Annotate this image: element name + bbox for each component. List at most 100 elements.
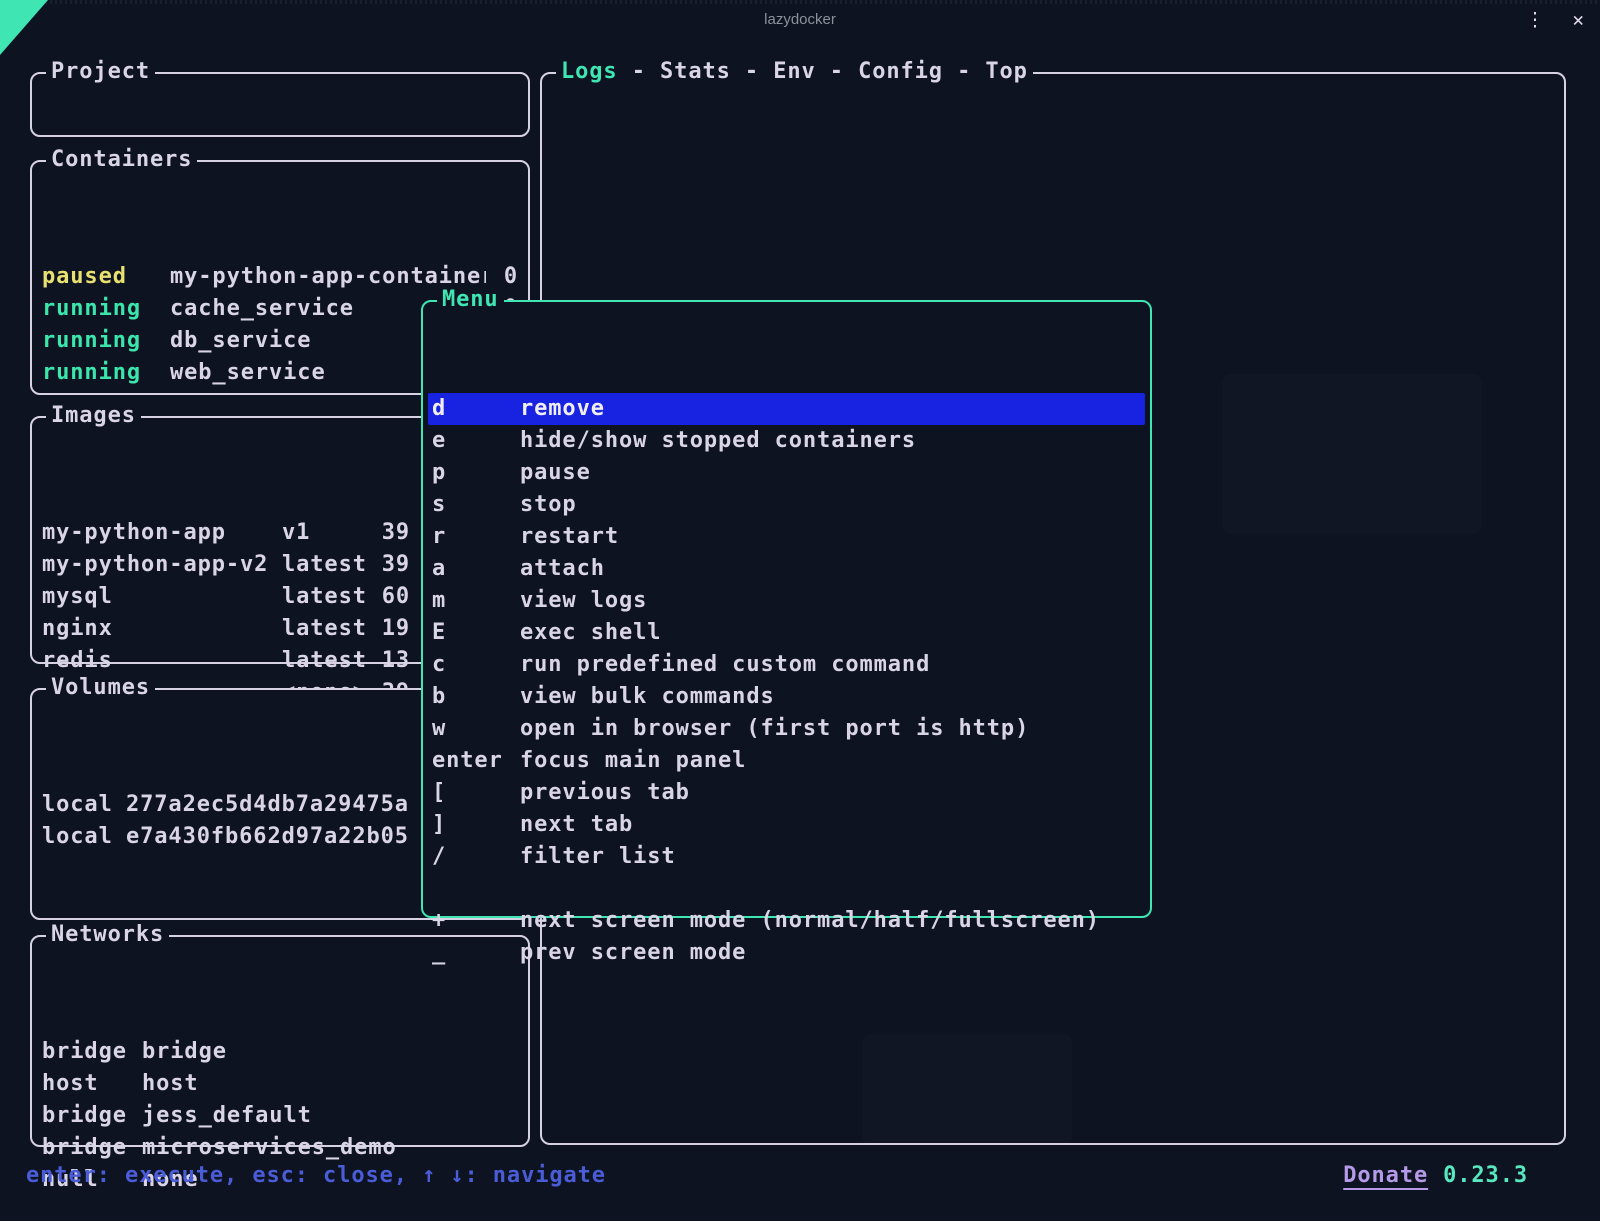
menu-item-+[interactable]: +next screen mode (normal/half/fullscree… [428,905,1145,937]
project-panel[interactable]: Project Docker [30,72,530,137]
image-name: mysql [42,581,282,613]
menu-item-[[interactable]: [previous tab [428,777,1145,809]
main-tabs: Logs - Stats - Env - Config - Top [556,58,1033,86]
image-size: 39 [381,517,410,549]
image-tag: latest [282,613,381,645]
menu-item-b[interactable]: bview bulk commands [428,681,1145,713]
menu-item-s[interactable]: sstop [428,489,1145,521]
image-tag: latest [282,645,381,677]
image-size: 13 [381,645,410,677]
menu-item-key: _ [432,937,520,969]
version-label: 0.23.3 [1443,1158,1528,1194]
network-row[interactable]: hosthost [42,1068,518,1100]
image-size: 60 [381,581,410,613]
image-size: 39 [381,549,410,581]
tab-separator: - [816,59,858,84]
menu-item-key: d [432,393,520,425]
menu-item-key: a [432,553,520,585]
menu-item-key: c [432,649,520,681]
tab-env[interactable]: Env [773,59,815,84]
menu-item-m[interactable]: mview logs [428,585,1145,617]
menu-item-spacer [428,873,1145,905]
statusbar-right: Donate 0.23.3 [1343,1158,1528,1194]
menu-item-c[interactable]: crun predefined custom command [428,649,1145,681]
menu-item-/[interactable]: /filter list [428,841,1145,873]
menu-item-a[interactable]: aattach [428,553,1145,585]
images-panel-title: Images [46,402,141,430]
image-name: redis [42,645,282,677]
menu-item-label: next tab [520,809,1145,841]
menu-item-w[interactable]: wopen in browser (first port is http) [428,713,1145,745]
image-tag: latest [282,549,381,581]
menu-item-e[interactable]: ehide/show stopped containers [428,425,1145,457]
menu-item-label: stop [520,489,1145,521]
network-row[interactable]: bridgejess_default [42,1100,518,1132]
project-panel-title: Project [46,58,155,86]
network-driver: bridge [42,1036,142,1068]
menu-item-key: E [432,617,520,649]
window-title: lazydocker [0,0,1600,40]
container-status: paused [42,261,170,293]
tab-separator: - [731,59,773,84]
container-status: running [42,325,170,357]
network-name: jess_default [142,1100,518,1132]
menu-item-label: prev screen mode [520,937,1145,969]
network-driver: host [42,1068,142,1100]
tab-top[interactable]: Top [985,59,1027,84]
menu-popup: Menu dremoveehide/show stopped container… [421,300,1152,918]
menu-item-key: s [432,489,520,521]
menu-item-d[interactable]: dremove [428,393,1145,425]
donate-link[interactable]: Donate [1343,1158,1428,1194]
menu-item-key: r [432,521,520,553]
menu-item-label: view bulk commands [520,681,1145,713]
image-tag: latest [282,581,381,613]
menu-item-label: open in browser (first port is http) [520,713,1145,745]
menu-item-label: next screen mode (normal/half/fullscreen… [520,905,1145,937]
networks-panel-title: Networks [46,921,169,949]
menu-item-label: focus main panel [520,745,1145,777]
background-ghost [1222,374,1482,534]
network-driver: bridge [42,1100,142,1132]
tab-separator: - [618,59,660,84]
menu-item-label: hide/show stopped containers [520,425,1145,457]
close-icon[interactable]: ✕ [1573,0,1584,40]
menu-item-][interactable]: ]next tab [428,809,1145,841]
container-status: running [42,293,170,325]
menu-item-key: m [432,585,520,617]
menu-item-label: exec shell [520,617,1145,649]
container-status: running [42,357,170,389]
tab-config[interactable]: Config [858,59,943,84]
menu-item-key [432,873,520,905]
tab-logs[interactable]: Logs [561,59,618,84]
menu-item-key: p [432,457,520,489]
menu-item-E[interactable]: Eexec shell [428,617,1145,649]
network-name: host [142,1068,518,1100]
menu-item-p[interactable]: ppause [428,457,1145,489]
tab-separator: - [943,59,985,84]
menu-title: Menu [437,286,504,314]
menu-item-key: + [432,905,520,937]
tab-stats[interactable]: Stats [660,59,731,84]
menu-item-key: b [432,681,520,713]
image-name: nginx [42,613,282,645]
menu-item-key: ] [432,809,520,841]
background-ghost [862,1034,1072,1144]
image-tag: v1 [282,517,381,549]
image-name: my-python-app [42,517,282,549]
menu-item-enter[interactable]: enterfocus main panel [428,745,1145,777]
menu-item-key: e [432,425,520,457]
menu-item-r[interactable]: rrestart [428,521,1145,553]
menu-item-label [520,873,1145,905]
menu-item-key: enter [432,745,520,777]
network-name: bridge [142,1036,518,1068]
more-options-icon[interactable]: ⋮ [1526,0,1545,40]
network-row[interactable]: bridgebridge [42,1036,518,1068]
menu-item-label: view logs [520,585,1145,617]
image-name: my-python-app-v2 [42,549,282,581]
menu-item-_[interactable]: _prev screen mode [428,937,1145,969]
statusbar-hints: enter: execute, esc: close, ↑ ↓: navigat… [26,1158,606,1194]
titlebar: lazydocker ⋮ ✕ [0,0,1600,40]
menu-item-label: remove [520,393,1145,425]
volumes-panel-title: Volumes [46,674,155,702]
volume-driver: local [42,821,126,853]
